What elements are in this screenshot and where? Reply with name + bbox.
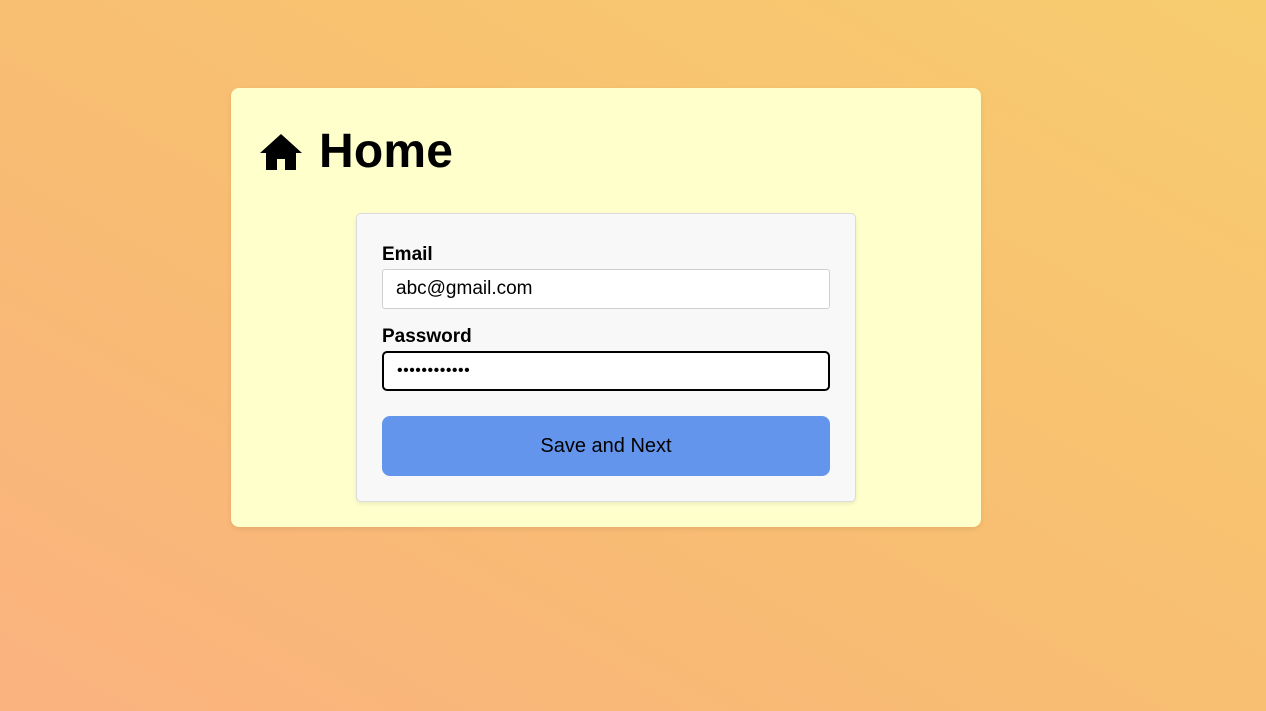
email-field[interactable]: [382, 269, 830, 309]
save-and-next-button[interactable]: Save and Next: [382, 416, 830, 476]
password-label: Password: [382, 326, 472, 347]
page-header: Home: [259, 124, 453, 180]
page-title: Home: [319, 125, 454, 178]
email-label: Email: [382, 244, 433, 265]
home-icon: [259, 132, 303, 172]
home-card: Home Email Password Save and Next: [231, 88, 981, 527]
password-field[interactable]: [382, 351, 830, 391]
login-form: Email Password Save and Next: [356, 213, 856, 502]
